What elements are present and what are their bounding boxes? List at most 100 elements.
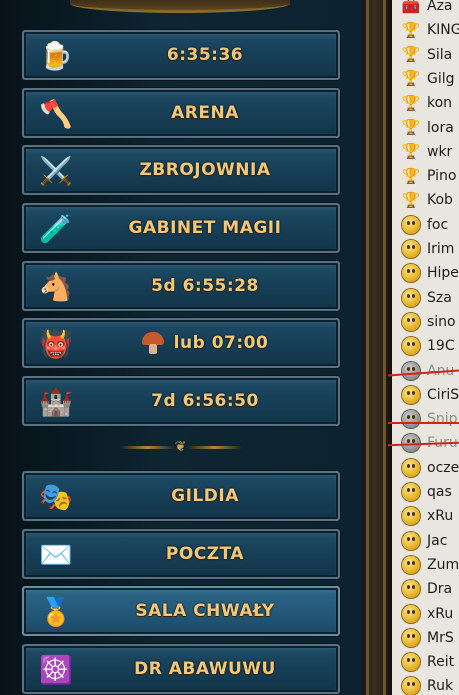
player-list[interactable]: 🧰 Aza 🏆 KING 🏆 Sila 🏆 Gilg 🏆 kon 🏆 lora 🏆 wkr 🏆 Pino 🏆 Ko… — [392, 0, 459, 695]
player-list-item[interactable]: 🏆 Kob — [392, 188, 459, 212]
player-list-item[interactable]: 🏆 Gilg — [392, 67, 459, 91]
player-name: lora — [427, 119, 454, 136]
menu-button-mail[interactable]: ✉️ POCZTA — [22, 529, 340, 579]
beer-mug-icon: 🍺 — [39, 40, 73, 72]
player-name: Kob — [427, 192, 453, 209]
smiley-icon — [401, 336, 421, 356]
player-list-item[interactable]: 19C — [392, 334, 459, 358]
envelope-icon: ✉️ — [39, 539, 73, 571]
menu-divider-ornament: ❦ — [120, 438, 243, 456]
menu-button-arena[interactable]: 🪓 ARENA — [22, 88, 340, 138]
player-list-item[interactable]: Hipe — [392, 261, 459, 285]
player-list-item[interactable]: 🏆 KING — [392, 18, 459, 42]
player-name: foc — [427, 216, 449, 233]
player-list-item[interactable]: 🏆 lora — [392, 116, 459, 140]
player-list-item[interactable]: 🏆 wkr — [392, 140, 459, 164]
smiley-icon — [401, 652, 421, 672]
player-list-item[interactable]: Sza — [392, 286, 459, 310]
player-list-item[interactable]: MrS — [392, 626, 459, 650]
smiley-icon — [401, 604, 421, 624]
top-ornament — [70, 0, 290, 13]
rank-figure-icon: 🏆 — [401, 69, 421, 88]
menu-button-text: DR ABAWUWU — [134, 659, 276, 679]
menu-button-dr-abawuwu[interactable]: ☸️ DR ABAWUWU — [22, 644, 340, 694]
player-list-item[interactable]: 🏆 Sila — [392, 43, 459, 67]
smiley-icon — [401, 555, 421, 575]
menu-button-label: lub 07:00 — [78, 320, 332, 366]
menu-button-armory[interactable]: ⚔️ ZBROJOWNIA — [22, 145, 340, 195]
player-name: sino — [427, 313, 456, 330]
menu-button-label: GABINET MAGII — [78, 205, 332, 251]
laurel-wreath-icon: 🏅 — [39, 596, 73, 628]
menu-button-text: lub 07:00 — [173, 333, 269, 353]
player-list-item[interactable]: Dra — [392, 577, 459, 601]
menu-button-text: GILDIA — [171, 486, 239, 506]
player-name: CiriS — [427, 386, 459, 403]
menu-button-tower[interactable]: 🏰 7d 6:56:50 — [22, 376, 340, 426]
menu-button-guild[interactable]: 🎭 GILDIA — [22, 471, 340, 521]
menu-button-text: POCZTA — [165, 544, 245, 564]
magic-potions-icon: 🧪 — [39, 213, 73, 245]
crossed-swords-icon: ⚔️ — [39, 155, 73, 187]
smiley-icon — [401, 215, 421, 235]
menu-button-tavern[interactable]: 🍺 6:35:36 — [22, 30, 340, 80]
castle-gate-icon: 🏰 — [39, 386, 73, 418]
arena-fighter-icon: 🪓 — [39, 98, 73, 130]
player-list-item[interactable]: CiriS — [392, 383, 459, 407]
menu-button-label: DR ABAWUWU — [78, 646, 332, 692]
player-list-item[interactable]: Reit — [392, 650, 459, 674]
player-name: wkr — [427, 143, 453, 160]
player-list-item[interactable]: Zum — [392, 553, 459, 577]
player-name: Aza — [427, 0, 453, 14]
demon-head-icon: 👹 — [39, 328, 73, 360]
rank-figure-icon: 🏆 — [401, 166, 421, 185]
player-name: Reit — [427, 654, 455, 671]
smiley-icon — [401, 628, 421, 648]
player-name: Pino — [427, 168, 457, 185]
player-name: Irim — [427, 241, 455, 257]
game-menu-panel: 🍺 6:35:36 🪓 ARENA ⚔️ ZBROJOWNIA 🧪 GABINET MAGII… — [0, 0, 362, 695]
player-name: xRu — [427, 605, 454, 622]
menu-button-magic-shop[interactable]: 🧪 GABINET MAGII — [22, 203, 340, 253]
smiley-icon — [401, 458, 421, 478]
player-name: KING — [427, 22, 459, 39]
player-list-item[interactable]: Jac — [392, 529, 459, 553]
smiley-icon — [401, 263, 421, 283]
player-list-item[interactable]: Snip — [392, 407, 459, 431]
smiley-icon — [401, 579, 421, 599]
horse-icon: 🐴 — [39, 271, 73, 303]
smiley-icon — [401, 482, 421, 502]
player-name: Sila — [427, 46, 453, 63]
player-list-item[interactable]: sino — [392, 310, 459, 334]
menu-button-hall-of-fame[interactable]: 🏅 SALA CHWAŁY — [22, 586, 340, 636]
smiley-icon — [401, 288, 421, 308]
menu-button-dungeon[interactable]: 👹 lub 07:00 — [22, 318, 340, 368]
menu-button-text: 6:35:36 — [166, 45, 244, 65]
mushroom-icon — [141, 332, 164, 354]
menu-button-text: SALA CHWAŁY — [135, 601, 275, 621]
rank-figure-icon: 🏆 — [401, 93, 421, 112]
player-list-item[interactable]: Irim — [392, 237, 459, 261]
annotation-red-stroke — [388, 422, 459, 424]
player-list-item[interactable]: qas — [392, 480, 459, 504]
menu-button-text: ARENA — [171, 103, 239, 123]
player-list-item[interactable]: foc — [392, 213, 459, 237]
player-list-item[interactable]: 🧰 Aza — [392, 0, 459, 18]
smiley-icon — [401, 506, 421, 526]
player-list-item[interactable]: 🏆 Pino — [392, 164, 459, 188]
player-list-item[interactable]: xRu — [392, 602, 459, 626]
smiley-icon — [401, 312, 421, 332]
player-list-item[interactable]: xRu — [392, 504, 459, 528]
player-list-item[interactable]: Ruk — [392, 674, 459, 695]
menu-button-stable[interactable]: 🐴 5d 6:55:28 — [22, 261, 340, 311]
border-trim — [383, 0, 386, 695]
player-list-item[interactable]: ocze — [392, 456, 459, 480]
panel-border — [362, 0, 392, 695]
menu-button-label: 7d 6:56:50 — [78, 378, 332, 424]
player-list-item[interactable]: 🏆 kon — [392, 91, 459, 115]
rank-figure-icon: 🏆 — [401, 118, 421, 136]
player-name: Gilg — [427, 70, 455, 87]
menu-button-label: GILDIA — [78, 473, 332, 519]
player-name: xRu — [427, 508, 454, 525]
wooden-wheel-icon: ☸️ — [39, 654, 73, 686]
